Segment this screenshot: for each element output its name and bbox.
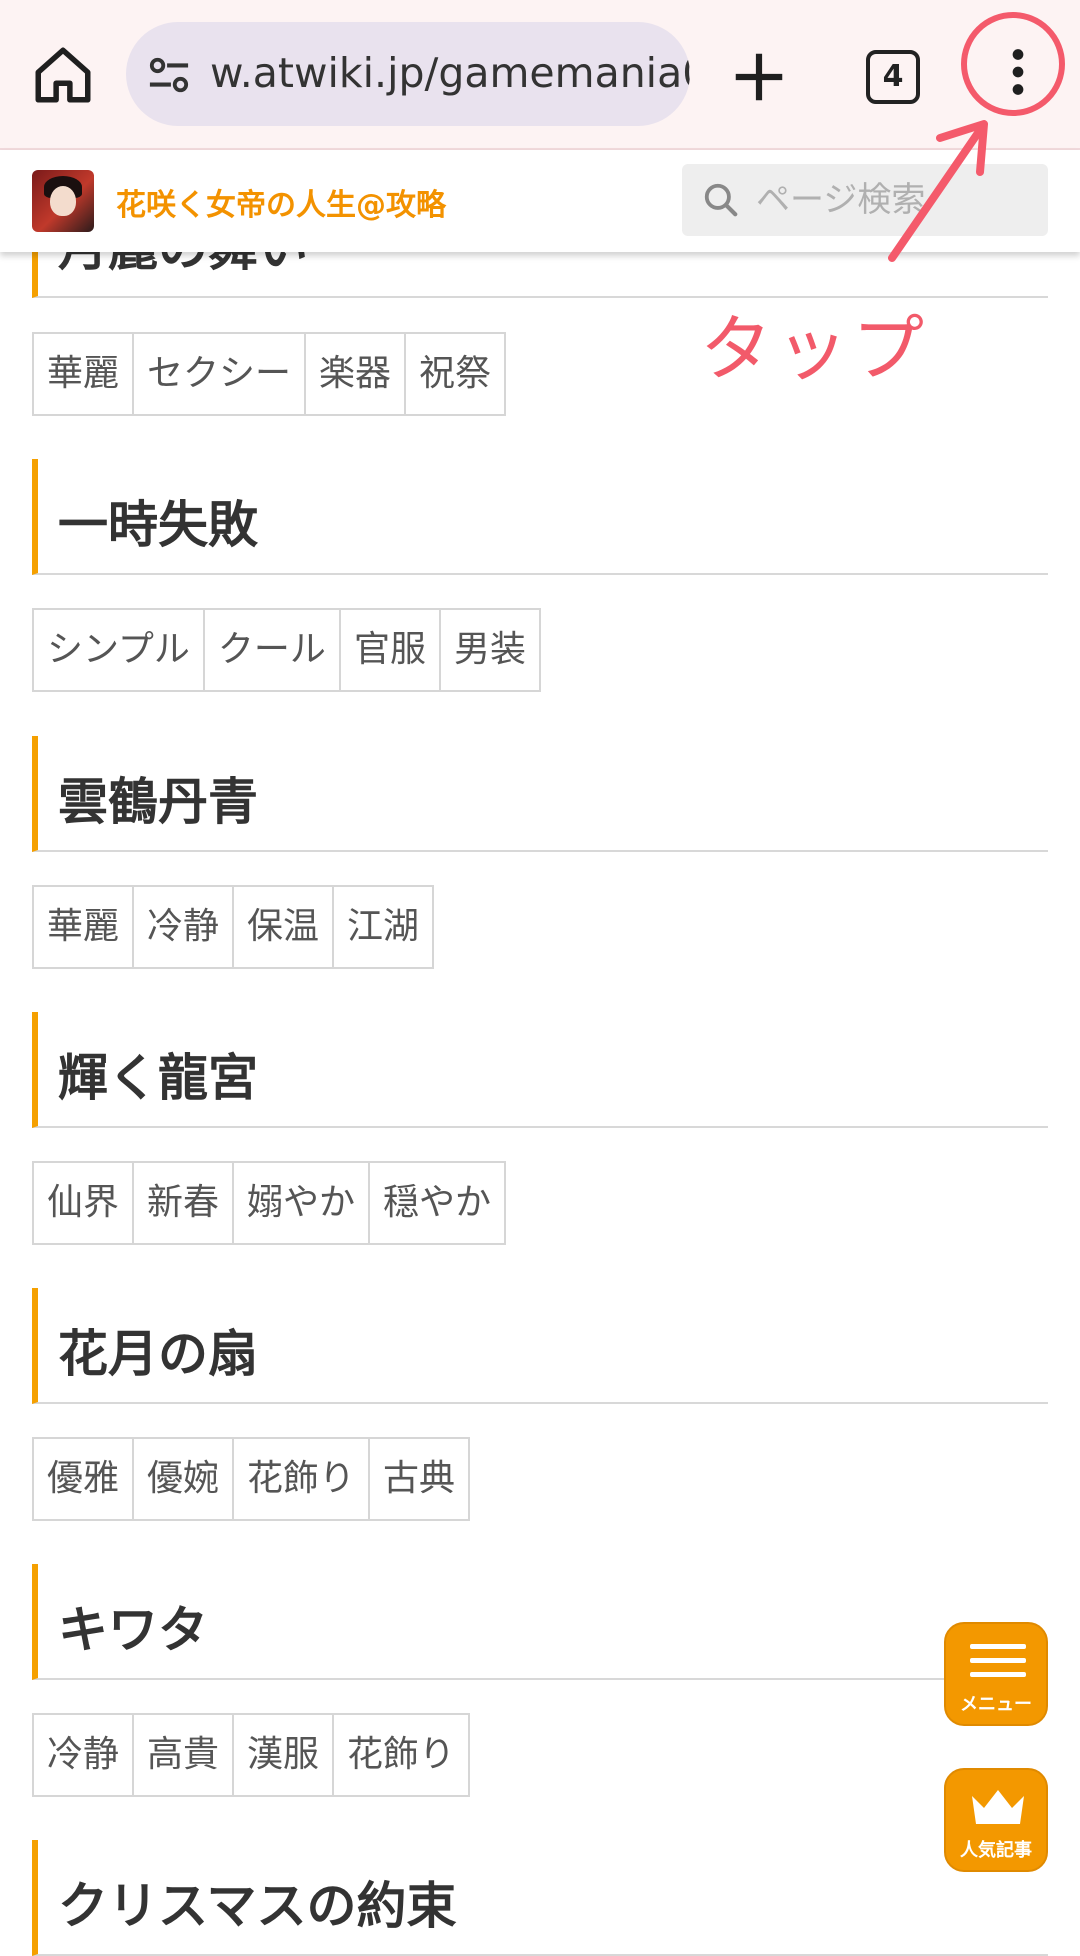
tag[interactable]: 漢服 (234, 1715, 335, 1795)
site-title[interactable]: 花咲く女帝の人生@攻略 (116, 180, 446, 224)
popular-articles-button[interactable]: 人気記事 (944, 1768, 1048, 1872)
tag[interactable]: 新春 (134, 1163, 235, 1243)
tag[interactable]: 優雅 (34, 1439, 135, 1519)
section-title: 花月の扇 (58, 1325, 258, 1383)
tag[interactable]: 楽器 (306, 334, 407, 414)
tab-count-icon[interactable]: 4 (866, 50, 920, 104)
tag[interactable]: 華麗 (34, 334, 135, 414)
tag[interactable]: 江湖 (334, 887, 432, 967)
tag[interactable]: 冷静 (34, 1715, 135, 1795)
tag[interactable]: 穏やか (370, 1163, 504, 1243)
tag[interactable]: 花飾り (334, 1715, 468, 1795)
tag[interactable]: 男装 (441, 610, 539, 690)
menu-button-label: メニュー (960, 1694, 1032, 1715)
menu-button[interactable]: メニュー (944, 1622, 1048, 1726)
tag-row: 華麗 冷静 保温 江湖 (32, 885, 435, 969)
hamburger-icon (970, 1644, 1026, 1677)
crown-icon (972, 1790, 1024, 1824)
section-heading: クリスマスの約束 (32, 1840, 1048, 1956)
section-heading: 一時失敗 (32, 459, 1048, 575)
annotation-label: タップ (700, 307, 929, 391)
site-logo[interactable] (32, 170, 94, 232)
tag[interactable]: 古典 (370, 1439, 468, 1519)
tag[interactable]: シンプル (34, 610, 205, 690)
tag[interactable]: 保温 (234, 887, 335, 967)
section-title: キワタ (58, 1601, 208, 1659)
section-title: 輝く龍宮 (58, 1049, 258, 1107)
url-text[interactable]: w.atwiki.jp/gamemania03 (210, 48, 690, 98)
tag[interactable]: 優婉 (134, 1439, 235, 1519)
section-heading: 花月の扇 (32, 1288, 1048, 1404)
tag[interactable]: 官服 (341, 610, 441, 690)
section-title: 雲鶴丹青 (58, 773, 258, 831)
section-title: 一時失敗 (58, 496, 258, 554)
popular-articles-label: 人気記事 (960, 1840, 1032, 1861)
tag-row: 華麗 セクシー 楽器 祝祭 (32, 332, 507, 416)
tag[interactable]: セクシー (134, 334, 307, 414)
tag[interactable]: 仙界 (34, 1163, 135, 1243)
home-icon[interactable] (30, 42, 96, 108)
tag-row: 冷静 高貴 漢服 花飾り (32, 1713, 471, 1797)
tag[interactable]: 冷静 (134, 887, 235, 967)
address-bar[interactable]: w.atwiki.jp/gamemania03 (126, 22, 690, 126)
section-heading: キワタ (32, 1564, 1048, 1680)
tag-row: 仙界 新春 嫋やか 穏やか (32, 1161, 507, 1245)
tag[interactable]: 花飾り (234, 1439, 371, 1519)
tag[interactable]: 高貴 (134, 1715, 235, 1795)
tag-row: シンプル クール 官服 男装 (32, 608, 541, 692)
section-heading: 輝く龍宮 (32, 1012, 1048, 1128)
tune-icon[interactable] (146, 54, 192, 96)
section-title: クリスマスの約束 (58, 1877, 457, 1935)
tag[interactable]: 華麗 (34, 887, 135, 967)
plus-icon[interactable] (728, 46, 790, 108)
tag[interactable]: クール (205, 610, 341, 690)
tag[interactable]: 祝祭 (406, 334, 504, 414)
tag-row: 優雅 優婉 花飾り 古典 (32, 1437, 471, 1521)
annotation-circle (961, 12, 1065, 116)
search-icon (704, 183, 738, 217)
section-heading: 雲鶴丹青 (32, 736, 1048, 852)
tag[interactable]: 嫋やか (234, 1163, 371, 1243)
annotation-arrow-icon (888, 120, 988, 262)
